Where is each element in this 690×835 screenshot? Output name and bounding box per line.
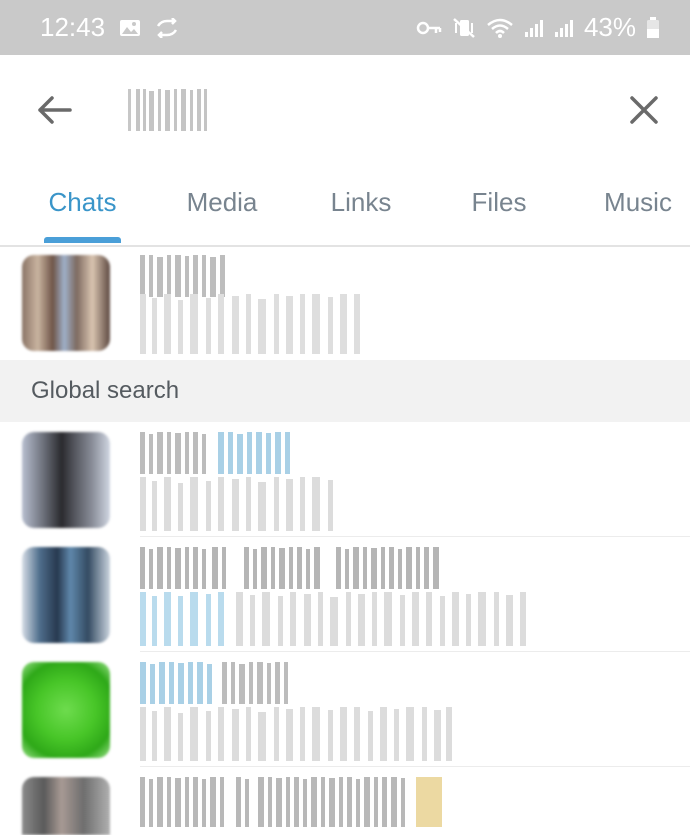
sync-icon <box>155 17 179 38</box>
status-time: 12:43 <box>40 12 106 42</box>
list-item[interactable] <box>0 248 690 360</box>
wifi-icon <box>486 17 514 39</box>
avatar <box>22 547 110 643</box>
close-button[interactable] <box>620 88 668 132</box>
signal-icon-2 <box>554 18 574 38</box>
tab-chats[interactable]: Chats <box>44 187 121 227</box>
arrow-left-icon <box>38 96 72 124</box>
close-icon <box>630 96 658 124</box>
avatar <box>22 255 110 351</box>
chat-subtitle <box>140 477 340 536</box>
tab-music[interactable]: Music <box>597 187 679 227</box>
search-input[interactable] <box>128 87 588 133</box>
back-button[interactable] <box>28 88 80 132</box>
section-title: Global search <box>31 377 180 404</box>
chat-subtitle <box>140 294 365 359</box>
active-tab-indicator <box>44 237 121 243</box>
search-app-bar <box>0 55 690 163</box>
text-cursor <box>128 89 131 131</box>
search-query-redacted <box>136 89 207 131</box>
list-item[interactable] <box>0 767 690 835</box>
avatar <box>22 777 110 835</box>
signal-icon <box>524 18 544 38</box>
tab-media[interactable]: Media <box>180 187 264 227</box>
tab-files[interactable]: Files <box>466 187 532 227</box>
chat-subtitle <box>140 707 455 766</box>
avatar <box>22 662 110 758</box>
chat-title <box>140 777 445 832</box>
tab-links[interactable]: Links <box>325 187 397 227</box>
status-bar: 12:43 43% <box>0 0 690 55</box>
list-item[interactable] <box>0 422 690 537</box>
chat-title <box>140 662 290 709</box>
list-item[interactable] <box>0 652 690 767</box>
avatar <box>22 432 110 528</box>
key-icon <box>416 20 442 36</box>
chat-title <box>140 547 445 594</box>
chat-subtitle <box>140 592 535 651</box>
battery-icon <box>646 16 660 39</box>
battery-percent: 43% <box>583 12 636 42</box>
image-icon <box>119 18 141 38</box>
vibrate-icon <box>452 17 476 39</box>
tab-bar: Chats Media Links Files Music <box>0 163 690 247</box>
chat-title <box>140 432 295 479</box>
global-search-header: Global search <box>0 360 690 422</box>
list-item[interactable] <box>0 537 690 652</box>
